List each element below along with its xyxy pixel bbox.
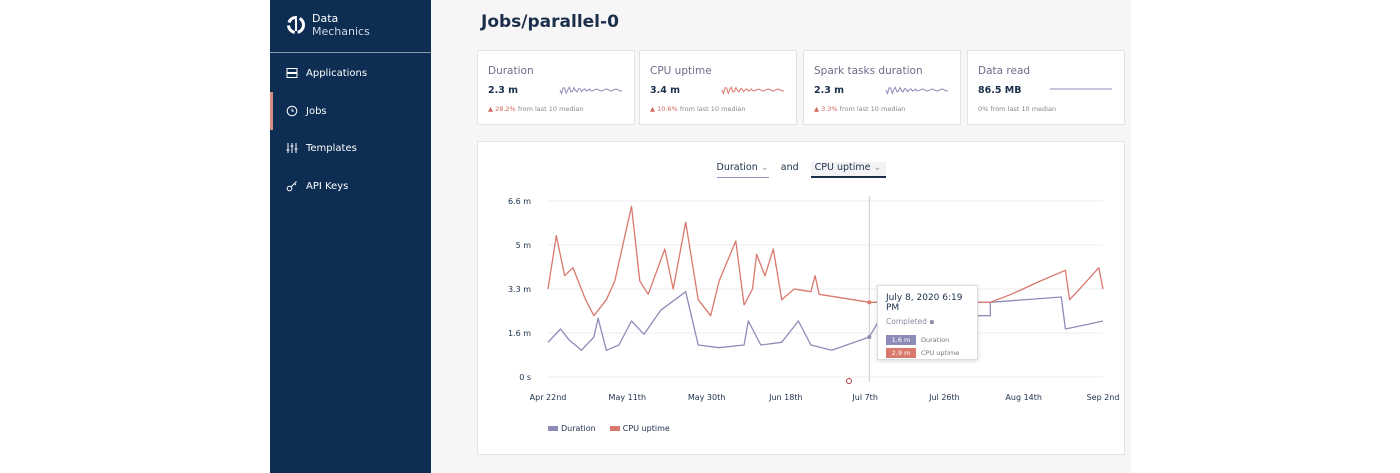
card-value: 86.5 MB [978,85,1022,96]
divider [270,52,431,53]
logo-icon [287,16,305,34]
card-change-text: from last 10 median [990,105,1057,113]
x-tick-label: Aug 14th [1005,393,1042,402]
sidebar-item-templates[interactable]: Templates [270,129,431,167]
tooltip: July 8, 2020 6:19 PM Completed ▪ 1.6 m Du… [877,285,978,360]
x-tick-label: May 11th [609,393,646,402]
card-label: Data read [978,65,1031,77]
server-icon [286,68,298,78]
sidebar: Data Mechanics Applications Jobs Template… [270,0,431,473]
card-change-text: from last 10 median [679,105,746,113]
x-tick-label: Sep 2nd [1087,393,1120,402]
sidebar-item-label: Jobs [306,105,327,117]
sidebar-item-api-keys[interactable]: API Keys [270,167,431,205]
y-tick-label: 0 s [519,373,531,382]
hover-point [867,300,872,305]
card-change-text: from last 10 median [839,105,906,113]
brand-line2: Mechanics [312,25,370,38]
x-tick-label: Jul 7th [851,393,878,402]
tooltip-duration-label: Duration [921,336,950,344]
card-label: Spark tasks duration [814,65,923,77]
metric-card[interactable]: CPU uptime 3.4 m ▲ 10.6% from last 10 me… [639,50,797,125]
x-tick-label: Jul 26th [928,393,960,402]
sidebar-item-label: Applications [306,67,368,79]
card-value: 2.3 m [488,85,519,96]
y-tick-label: 3.3 m [508,285,531,294]
series-line-duration[interactable] [547,291,1104,351]
key-icon [286,181,297,192]
card-value: 3.4 m [650,85,681,96]
tooltip-cpu-label: CPU uptime [921,349,960,357]
tooltip-duration-value: 1.6 m [886,335,916,345]
sparkline [885,86,948,96]
card-change: 28.2% [495,105,516,113]
failed-marker[interactable] [846,378,852,384]
card-label: Duration [488,65,534,77]
x-tick-label: May 30th [688,393,725,402]
card-change: 10.6% [657,105,678,113]
sparkline [721,86,784,96]
sparkline [1050,88,1112,90]
metric-card[interactable]: Duration 2.3 m ▲ 28.2% from last 10 medi… [477,50,635,125]
logo[interactable]: Data Mechanics [286,12,370,38]
line-chart[interactable]: 0 s 1.6 m 3.3 m 5 m 6.6 m Apr 22nd May 11th May… [431,141,1131,421]
brand-line1: Data [312,12,339,25]
y-tick-label: 6.6 m [508,197,531,206]
y-tick-label: 5 m [516,241,532,250]
sidebar-item-jobs[interactable]: Jobs [270,92,431,130]
tooltip-date: July 8, 2020 6:19 PM [886,293,963,313]
x-tick-label: Jun 18th [768,393,802,402]
legend-duration[interactable]: Duration [548,424,596,433]
link-icon: ▪ [929,317,935,326]
series-line-cpu-uptime[interactable] [547,205,1104,317]
legend-cpu-uptime[interactable]: CPU uptime [609,424,670,433]
metric-card[interactable]: Data read 86.5 MB 0% from last 10 median [967,50,1125,125]
card-label: CPU uptime [650,65,712,77]
hover-point [867,335,872,339]
chart-legend: Duration CPU uptime [548,424,670,433]
card-change: 3.3% [821,105,838,113]
card-change: 0% [978,105,989,113]
y-tick-label: 1.6 m [508,329,531,338]
card-value: 2.3 m [814,85,845,96]
tooltip-status: Completed [886,317,927,326]
sidebar-item-label: API Keys [306,180,349,192]
sparkline [559,86,622,96]
x-tick-label: Apr 22nd [530,393,567,402]
sidebar-item-applications[interactable]: Applications [270,54,431,92]
sidebar-item-label: Templates [306,142,357,154]
sliders-icon [286,143,298,153]
tooltip-cpu-value: 2.9 m [886,348,916,358]
card-change-text: from last 10 median [517,105,584,113]
metric-card[interactable]: Spark tasks duration 2.3 m ▲ 3.3% from l… [803,50,961,125]
clock-icon [286,105,298,117]
page-title: Jobs/parallel-0 [481,12,619,32]
